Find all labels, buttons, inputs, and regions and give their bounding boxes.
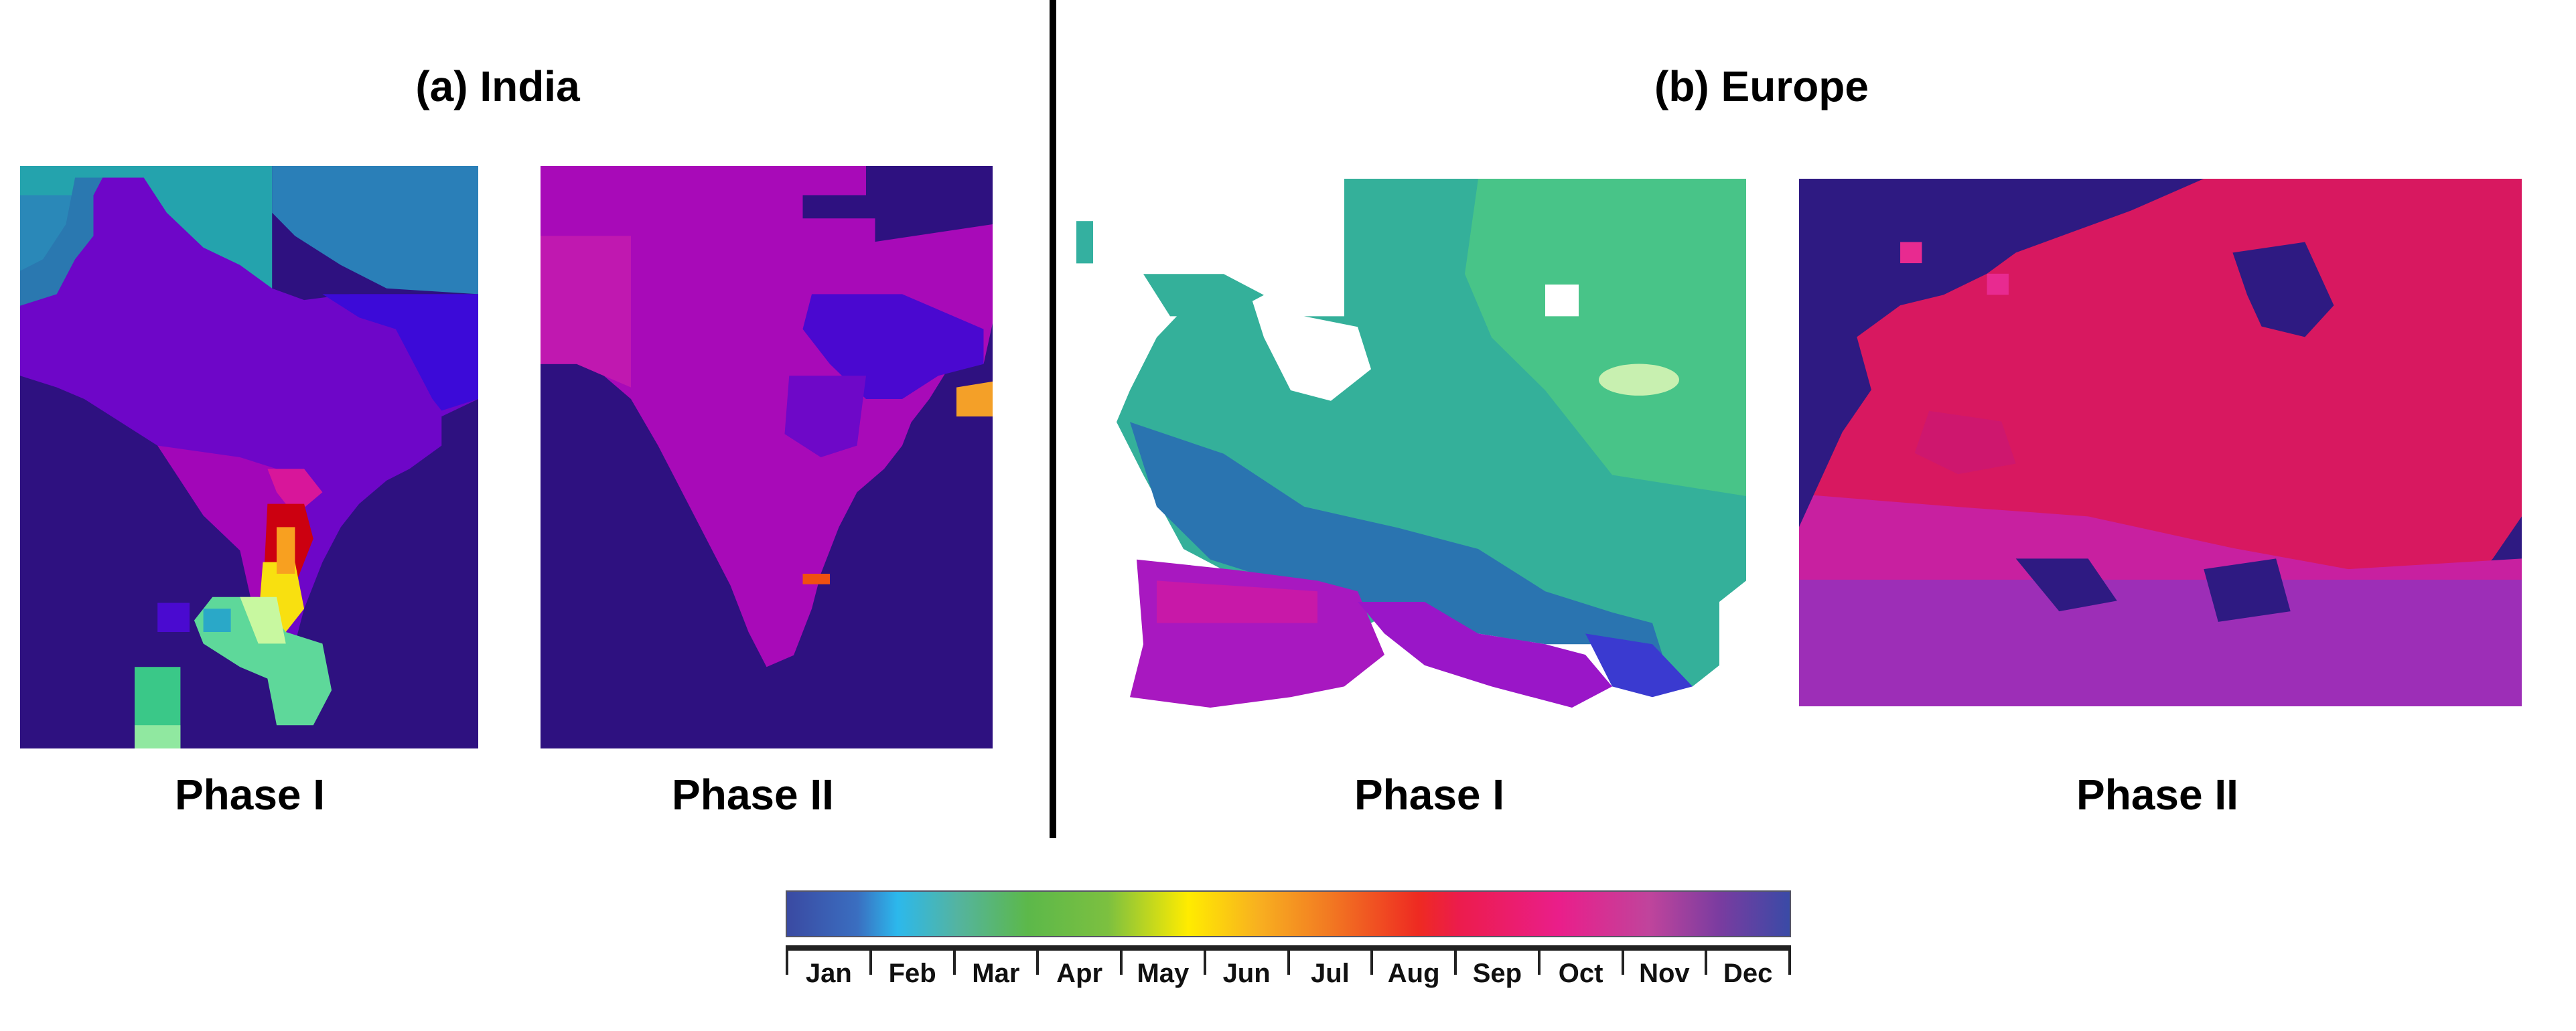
colorbar-month-label: Aug: [1387, 959, 1440, 988]
colorbar-month-label: Nov: [1639, 959, 1690, 988]
colorbar-month-label: Feb: [888, 959, 936, 988]
colorbar-month-label: Oct: [1558, 959, 1603, 988]
india-phase1-map: [20, 166, 478, 748]
colorbar-tick: [1370, 945, 1374, 975]
colorbar-tick: [1537, 945, 1541, 975]
europe-phase1-label: Phase I: [1354, 771, 1505, 819]
colorbar-tick: [1120, 945, 1123, 975]
india-title: (a) India: [415, 62, 580, 110]
europe-phase2-map: [1799, 179, 2522, 706]
colorbar-tick: [869, 945, 872, 975]
india-phase2-label: Phase II: [672, 771, 834, 819]
month-colorbar: [787, 892, 1790, 936]
colorbar-month-label: Mar: [972, 959, 1020, 988]
colorbar-tick: [1705, 945, 1708, 975]
colorbar-tick: [1203, 945, 1206, 975]
india-phase1-label: Phase I: [174, 771, 326, 819]
europe-phase2-label: Phase II: [2076, 771, 2238, 819]
colorbar-month-label: Dec: [1723, 959, 1773, 988]
europe-title: (b) Europe: [1654, 62, 1869, 110]
colorbar-tick: [1287, 945, 1290, 975]
colorbar-month-label: Jul: [1310, 959, 1350, 988]
colorbar-tick: [1621, 945, 1624, 975]
colorbar-tick: [786, 945, 788, 975]
colorbar-tick: [1788, 945, 1791, 975]
colorbar-month-label: May: [1137, 959, 1190, 988]
colorbar-month-label: Sep: [1472, 959, 1522, 988]
india-phase2-map: [541, 166, 993, 748]
colorbar-tick: [952, 945, 956, 975]
europe-phase1-map: [1076, 179, 1746, 708]
colorbar-month-label: Jan: [805, 959, 852, 988]
panel-divider: [1050, 0, 1056, 838]
colorbar-tick: [1036, 945, 1040, 975]
colorbar-month-label: Jun: [1222, 959, 1271, 988]
colorbar-month-label: Apr: [1056, 959, 1103, 988]
colorbar-tick: [1454, 945, 1457, 975]
